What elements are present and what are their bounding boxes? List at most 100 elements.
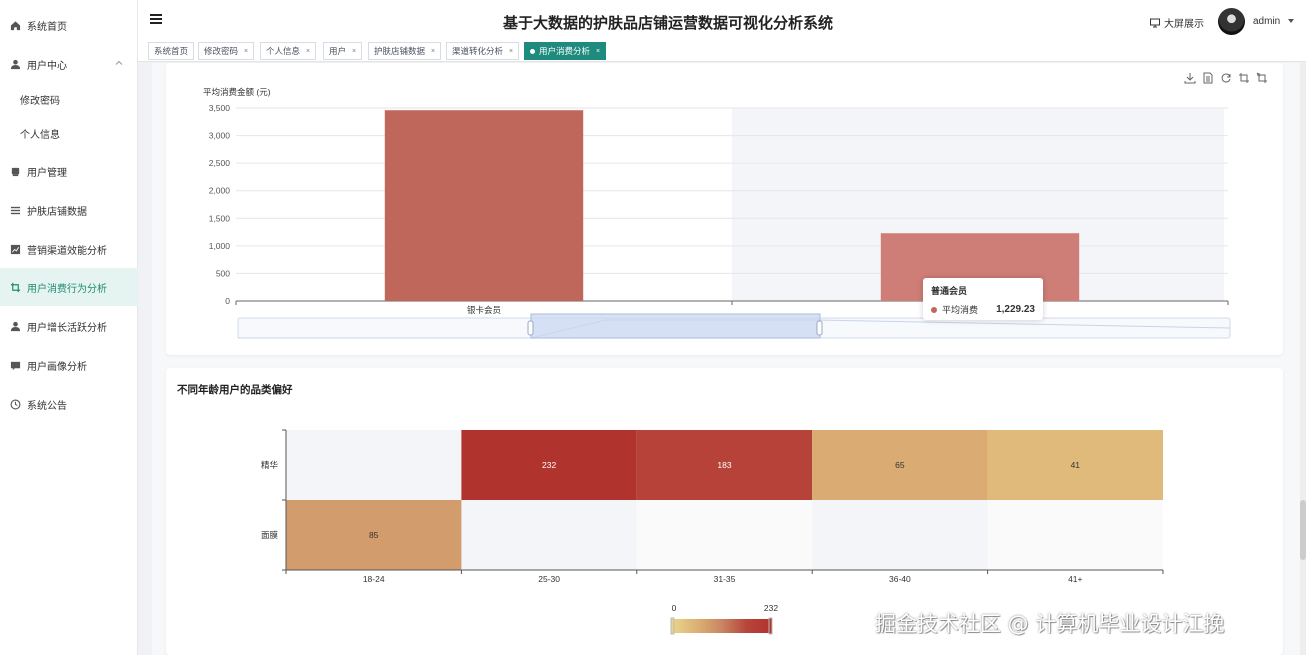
sidebar-item-label: 营销渠道效能分析 [27, 245, 107, 257]
heatmap-empty-cell [812, 500, 988, 570]
top-bar: 基于大数据的护肤品店铺运营数据可视化分析系统 大屏展示 admin [138, 0, 1306, 42]
heatmap-cell-label: 232 [542, 460, 556, 470]
visual-map-handle-max[interactable] [768, 617, 773, 635]
sidebar-item-home[interactable]: 系统首页 [0, 6, 138, 44]
sidebar-item-user-center[interactable]: 用户中心 [0, 45, 138, 83]
zoom-handle-left[interactable] [527, 320, 534, 336]
visual-map-max-label: 232 [764, 603, 778, 613]
sidebar-item-label: 系统公告 [27, 400, 67, 412]
scrollbar-thumb[interactable] [1300, 500, 1306, 560]
chart-tooltip: 普通会员 平均消费 1,229.23 [923, 278, 1043, 320]
heatmap-cell-label: 65 [895, 460, 905, 470]
sidebar: 系统首页 用户中心 修改密码 个人信息 用户管理 护肤店铺数据 营销渠道效能分析… [0, 0, 138, 655]
username[interactable]: admin [1253, 16, 1280, 27]
sidebar-item-label: 个人信息 [20, 129, 60, 141]
list-icon [9, 204, 21, 216]
sidebar-item-user-management[interactable]: 用户管理 [0, 152, 138, 190]
big-screen-label: 大屏展示 [1164, 19, 1204, 30]
tab-change-password[interactable]: 修改密码 × [198, 42, 255, 60]
active-dot-icon [530, 48, 535, 54]
y-tick-label: 精华 [261, 460, 279, 470]
sidebar-item-label: 修改密码 [20, 95, 60, 107]
x-tick-label: 31-35 [714, 574, 736, 584]
tab-label: 个人信息 [266, 46, 301, 56]
tab-bar: 系统首页 修改密码 × 个人信息 × 用户 × 护肤店铺数据 × 渠道转化分析 × 用户消… [138, 40, 1306, 62]
visual-map-handle-min[interactable] [670, 617, 675, 635]
x-tick-label: 25-30 [538, 574, 560, 584]
tooltip-value: 1,229.23 [996, 304, 1035, 315]
sidebar-item-label: 用户增长活跃分析 [27, 322, 107, 334]
scrollbar[interactable] [1300, 63, 1306, 655]
y-tick-label: 2,000 [209, 186, 231, 196]
clock-icon [9, 398, 21, 410]
heatmap-empty-cell [987, 500, 1163, 570]
database-icon [9, 165, 21, 177]
sidebar-item-label: 用户消费行为分析 [27, 283, 107, 295]
y-tick-label: 1,500 [209, 213, 231, 223]
tab-label: 护肤店铺数据 [374, 46, 426, 56]
sidebar-item-announcements[interactable]: 系统公告 [0, 385, 138, 423]
sidebar-item-shop-data[interactable]: 护肤店铺数据 [0, 191, 138, 229]
bar-chart: 0 500 1,000 1,500 2,000 2,500 3,000 3,500 平均消费金额… [203, 87, 1231, 339]
chart-icon [9, 243, 21, 255]
caret-down-icon[interactable] [1288, 19, 1294, 23]
y-tick-label: 3,500 [209, 103, 231, 113]
heatmap-cell-label: 85 [369, 530, 379, 540]
close-icon[interactable]: × [352, 48, 356, 55]
sidebar-item-label: 用户画像分析 [27, 361, 87, 373]
tooltip-category: 普通会员 [931, 286, 968, 296]
sidebar-item-consumption-analysis[interactable]: 用户消费行为分析 [0, 268, 138, 306]
heatmap-empty-cell [636, 500, 813, 570]
y-tick-label: 500 [216, 268, 230, 278]
watermark: 掘金技术社区 @ 计算机毕业设计江挽 [875, 612, 1225, 636]
zoom-slider-window[interactable] [530, 313, 821, 339]
tab-label: 用户 [329, 46, 347, 56]
sidebar-item-channel-analysis[interactable]: 营销渠道效能分析 [0, 230, 138, 268]
heatmap-cell-label: 183 [717, 460, 731, 470]
sidebar-item-label: 系统首页 [27, 21, 67, 33]
y-tick-label: 1,000 [209, 241, 231, 251]
y-tick-label: 面膜 [261, 530, 279, 540]
sidebar-item-growth-analysis[interactable]: 用户增长活跃分析 [0, 307, 138, 345]
tab-label: 修改密码 [204, 46, 239, 56]
sidebar-item-change-password[interactable]: 修改密码 [0, 80, 138, 118]
page-title: 基于大数据的护肤品店铺运营数据可视化分析系统 [502, 15, 833, 32]
visual-map-bar [673, 619, 771, 633]
x-tick-label: 银卡会员 [467, 305, 501, 315]
close-icon[interactable]: × [431, 48, 435, 55]
tab-shop-data[interactable]: 护肤店铺数据 × [368, 42, 442, 60]
heatmap-empty-cell [461, 500, 637, 570]
tab-consumption-analysis[interactable]: 用户消费分析 × [524, 42, 607, 60]
close-icon[interactable]: × [596, 48, 600, 55]
chevron-up-icon [114, 58, 124, 68]
big-screen-button[interactable]: 大屏展示 [1150, 15, 1204, 30]
tab-channel-conversion[interactable]: 渠道转化分析 × [446, 42, 520, 60]
avatar[interactable] [1218, 8, 1245, 35]
heatmap-empty-cell [286, 430, 462, 500]
sidebar-item-profile[interactable]: 个人信息 [0, 114, 138, 152]
bar [384, 110, 584, 301]
tooltip-series-dot [931, 306, 937, 313]
tooltip-series-name: 平均消费 [942, 305, 979, 315]
heatmap-cell-label: 41 [1071, 460, 1081, 470]
y-axis-label: 平均消费金额 (元) [203, 87, 271, 97]
zoom-handle-right[interactable] [816, 320, 823, 336]
tab-profile[interactable]: 个人信息 × [260, 42, 317, 60]
tab-label: 系统首页 [154, 46, 189, 56]
close-icon[interactable]: × [244, 48, 248, 55]
user-icon [9, 58, 21, 70]
crop-icon [9, 281, 21, 293]
tab-home[interactable]: 系统首页 [148, 42, 195, 60]
y-tick-label: 2,500 [209, 158, 231, 168]
x-tick-label: 18-24 [363, 574, 385, 584]
close-icon[interactable]: × [306, 48, 310, 55]
tab-label: 渠道转化分析 [452, 46, 504, 56]
home-icon [9, 19, 21, 31]
close-icon[interactable]: × [509, 48, 513, 55]
sidebar-item-label: 护肤店铺数据 [27, 206, 87, 218]
tab-user[interactable]: 用户 × [323, 42, 363, 60]
user-icon [9, 320, 21, 332]
sidebar-item-portrait-analysis[interactable]: 用户画像分析 [0, 346, 138, 384]
sidebar-item-label: 用户管理 [27, 167, 67, 179]
visual-map-min-label: 0 [672, 603, 677, 613]
